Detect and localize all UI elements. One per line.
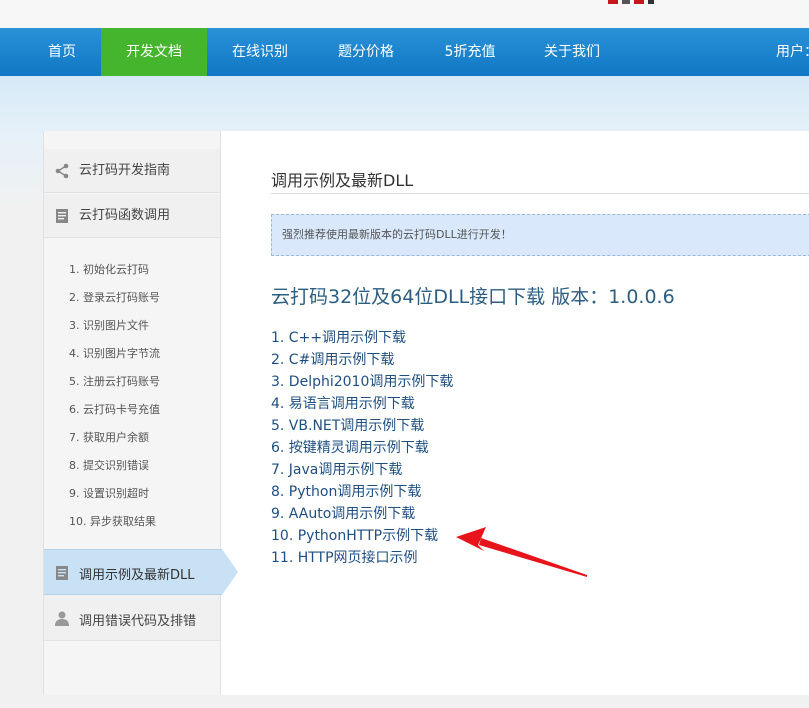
sidebar-item-error-codes[interactable]: 调用错误代码及排错 — [44, 595, 220, 641]
download-link[interactable]: 7. Java调用示例下载 — [271, 459, 402, 479]
docs-panel: 云打码开发指南 云打码函数调用 1. 初始化云打码 2. 登录云打码账号 3. … — [43, 131, 809, 695]
sublist-item[interactable]: 9. 设置识别超时 — [69, 485, 149, 501]
sublist-item[interactable]: 1. 初始化云打码 — [69, 261, 149, 277]
sublist-item[interactable]: 5. 注册云打码账号 — [69, 373, 160, 389]
download-link[interactable]: 9. AAuto调用示例下载 — [271, 503, 415, 523]
download-link[interactable]: 3. Delphi2010调用示例下载 — [271, 371, 453, 391]
download-heading: 云打码32位及64位DLL接口下载 版本：1.0.0.6 — [271, 286, 675, 308]
top-strip — [0, 0, 809, 28]
nav-dev-docs[interactable]: 开发文档 — [101, 28, 207, 76]
download-link[interactable]: 4. 易语言调用示例下载 — [271, 393, 415, 413]
download-link[interactable]: 8. Python调用示例下载 — [271, 481, 421, 501]
document-icon — [56, 566, 68, 580]
sublist-item[interactable]: 4. 识别图片字节流 — [69, 345, 160, 361]
notice-box: 强烈推荐使用最新版本的云打码DLL进行开发！ — [271, 214, 809, 256]
sublist-item[interactable]: 3. 识别图片文件 — [69, 317, 149, 333]
sidebar-item-examples-dll[interactable]: 调用示例及最新DLL — [44, 549, 238, 595]
docs-sidebar: 云打码开发指南 云打码函数调用 1. 初始化云打码 2. 登录云打码账号 3. … — [44, 131, 238, 695]
nav-recharge[interactable]: 5折充值 — [426, 28, 514, 76]
nav-user-label[interactable]: 用户： — [776, 28, 809, 76]
share-icon — [55, 163, 69, 179]
sidebar-item-label: 调用错误代码及排错 — [79, 614, 197, 629]
sublist-item[interactable]: 10. 异步获取结果 — [69, 513, 156, 529]
sublist-item[interactable]: 6. 云打码卡号充值 — [69, 401, 160, 417]
download-link[interactable]: 11. HTTP网页接口示例 — [271, 547, 418, 567]
active-pointer — [222, 549, 238, 595]
nav-pricing[interactable]: 题分价格 — [321, 28, 411, 76]
document-icon — [56, 209, 68, 223]
nav-online-recognition[interactable]: 在线识别 — [214, 28, 306, 76]
main-nav: 首页 开发文档 在线识别 题分价格 5折充值 关于我们 用户： — [0, 28, 809, 76]
title-divider — [271, 193, 809, 194]
download-link[interactable]: 6. 按键精灵调用示例下载 — [271, 437, 429, 457]
sidebar-item-label: 调用示例及最新DLL — [79, 568, 195, 583]
sidebar-item-label: 云打码函数调用 — [79, 208, 171, 223]
user-icon — [55, 611, 69, 626]
sidebar-item-functions[interactable]: 云打码函数调用 — [44, 194, 220, 238]
download-link[interactable]: 10. PythonHTTP示例下载 — [271, 525, 438, 545]
nav-home[interactable]: 首页 — [28, 28, 96, 76]
download-link[interactable]: 2. C#调用示例下载 — [271, 349, 394, 369]
sublist-item[interactable]: 7. 获取用户余额 — [69, 429, 149, 445]
download-link[interactable]: 1. C++调用示例下载 — [271, 327, 406, 347]
sidebar-item-guide[interactable]: 云打码开发指南 — [44, 149, 220, 193]
download-link[interactable]: 5. VB.NET调用示例下载 — [271, 415, 424, 435]
logo-fragment — [608, 0, 654, 4]
page-title: 调用示例及最新DLL — [271, 171, 414, 190]
nav-about[interactable]: 关于我们 — [528, 28, 616, 76]
sublist-item[interactable]: 2. 登录云打码账号 — [69, 289, 160, 305]
sidebar-item-label: 云打码开发指南 — [79, 163, 171, 178]
sublist-item[interactable]: 8. 提交识别错误 — [69, 457, 149, 473]
